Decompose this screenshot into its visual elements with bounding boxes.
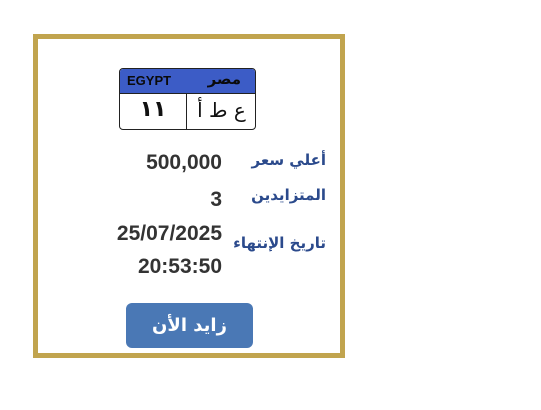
end-time-value: 20:53:50 bbox=[137, 255, 222, 278]
bid-now-button[interactable]: زايد الأن bbox=[126, 303, 253, 348]
plate-divider bbox=[186, 94, 187, 129]
plate-body: ١١ ع ط أ bbox=[120, 94, 255, 129]
bidders-label: المتزايدين bbox=[251, 186, 326, 204]
license-plate: EGYPT مصر ١١ ع ط أ bbox=[119, 68, 256, 130]
plate-numbers: ١١ bbox=[139, 97, 167, 122]
auction-card: EGYPT مصر ١١ ع ط أ أعلي سعر 500,000 المت… bbox=[33, 34, 345, 358]
plate-header: EGYPT مصر bbox=[120, 69, 255, 94]
plate-country-arabic: مصر bbox=[207, 70, 241, 88]
highest-price-value: 500,000 bbox=[146, 151, 222, 174]
bidders-count: 3 bbox=[210, 188, 222, 211]
plate-letters: ع ط أ bbox=[197, 98, 246, 122]
end-date-value: 25/07/2025 bbox=[116, 222, 222, 245]
highest-price-label: أعلي سعر bbox=[251, 151, 326, 169]
plate-country-english: EGYPT bbox=[127, 73, 172, 88]
end-date-label: تاريخ الإنتهاء bbox=[233, 234, 326, 252]
